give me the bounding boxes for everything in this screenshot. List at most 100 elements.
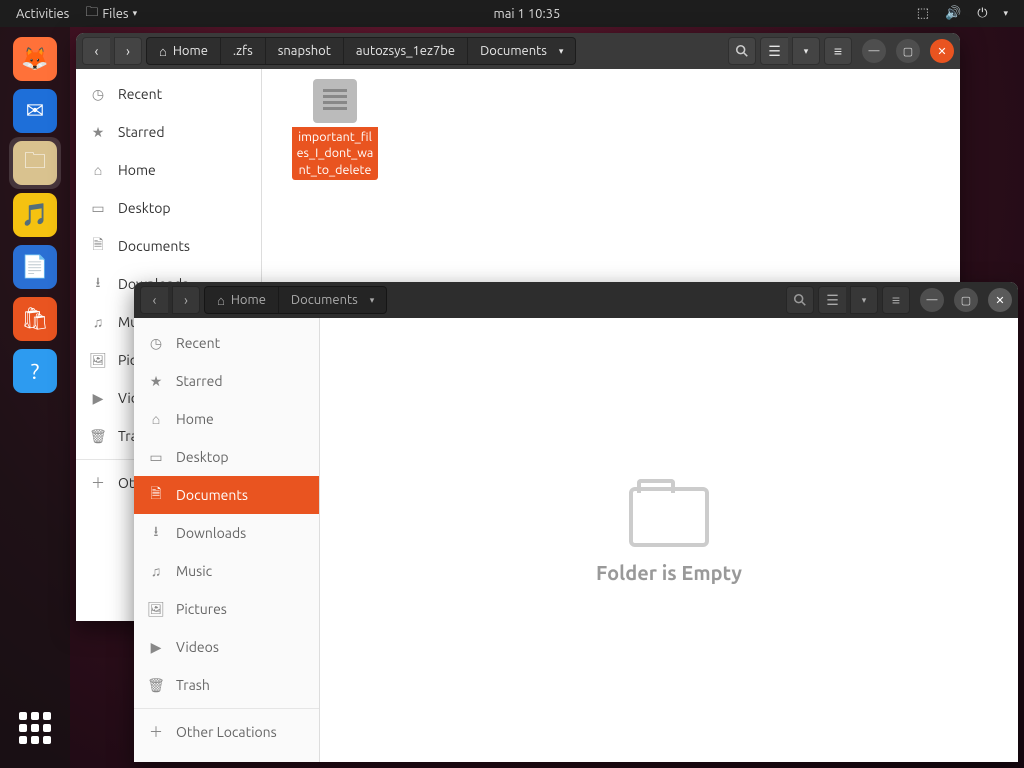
path-label: autozsys_1ez7be — [356, 44, 455, 58]
path-label: Home — [231, 293, 266, 307]
path-segment[interactable]: snapshot — [266, 38, 344, 64]
path-label: snapshot — [278, 44, 331, 58]
documents-icon: 🗎 — [90, 234, 106, 258]
close-button[interactable]: ✕ — [988, 288, 1012, 312]
minimize-button[interactable]: — — [920, 288, 944, 312]
desktop-icon: ▭ — [148, 449, 164, 466]
app-menu-label: Files — [102, 7, 128, 21]
dock-software[interactable]: 🛍 — [9, 293, 61, 345]
home-icon: ⌂ — [148, 411, 164, 427]
sidebar-item-label: Home — [118, 162, 156, 178]
pictures-icon: 🖼 — [90, 352, 106, 369]
view-list-button[interactable]: ☰ — [818, 286, 846, 314]
activities-button[interactable]: Activities — [8, 7, 77, 21]
file-label: important_files_I_dont_want_to_delete — [292, 127, 378, 180]
sidebar-item-label: Pictures — [176, 601, 227, 617]
trash-icon: 🗑 — [90, 428, 106, 445]
chevron-down-icon: ▾ — [133, 8, 138, 19]
maximize-button[interactable]: ▢ — [896, 39, 920, 63]
sidebar-item-documents[interactable]: 🗎Documents — [134, 476, 319, 514]
hamburger-menu-button[interactable]: ≡ — [824, 37, 852, 65]
sidebar-item-label: Documents — [118, 238, 190, 254]
nav-back-button[interactable]: ‹ — [82, 37, 110, 65]
sidebar-item-label: Music — [176, 563, 212, 579]
network-icon[interactable]: ⬚ — [909, 6, 937, 21]
minimize-button[interactable]: — — [862, 39, 886, 63]
close-button[interactable]: ✕ — [930, 39, 954, 63]
chevron-down-icon: ▾ — [370, 295, 375, 306]
dock-thunderbird[interactable]: ✉ — [9, 85, 61, 137]
dock-help[interactable]: ? — [9, 345, 61, 397]
path-segment[interactable]: Documents▾ — [279, 287, 386, 313]
sidebar-item-label: Desktop — [118, 200, 171, 216]
sidebar-item-home[interactable]: ⌂ Home — [76, 151, 261, 189]
sidebar-item-label: Other Locations — [176, 724, 277, 740]
plus-icon: ＋ — [148, 722, 164, 742]
path-bar: ⌂ Home Documents▾ — [204, 286, 387, 314]
view-options-button[interactable]: ▾ — [792, 37, 820, 65]
dock-files[interactable]: 🗀 — [9, 137, 61, 189]
plus-icon: ＋ — [90, 473, 106, 493]
view-list-button[interactable]: ☰ — [760, 37, 788, 65]
file-pane[interactable]: Folder is Empty — [320, 318, 1018, 762]
clock[interactable]: mai 1 10:35 — [485, 7, 568, 21]
sidebar-item-downloads[interactable]: ⭳Downloads — [134, 514, 319, 552]
sidebar-item-desktop[interactable]: ▭ Desktop — [134, 438, 319, 476]
sidebar-item-label: Trash — [176, 677, 210, 693]
sidebar-item-desktop[interactable]: ▭Desktop — [76, 189, 261, 227]
dock-firefox[interactable]: 🦊 — [9, 33, 61, 85]
sidebar-item-recent[interactable]: ◷Recent — [76, 75, 261, 113]
sidebar-item-documents[interactable]: 🗎 Documents — [76, 227, 261, 265]
music-icon: ♫ — [148, 563, 164, 579]
home-icon: ⌂ — [90, 162, 106, 178]
path-label: .zfs — [233, 44, 253, 58]
home-icon: ⌂ — [159, 44, 167, 59]
path-segment[interactable]: .zfs — [221, 38, 266, 64]
sidebar-item-home[interactable]: ⌂Home — [134, 400, 319, 438]
nav-forward-button[interactable]: › — [172, 286, 200, 314]
sidebar-item-other-locations[interactable]: ＋ Other Locations — [134, 713, 319, 751]
file-item[interactable]: important_files_I_dont_want_to_delete — [292, 79, 378, 180]
sidebar-item-label: Starred — [118, 124, 165, 140]
sidebar-item-label: Desktop — [176, 449, 229, 465]
sidebar-item-starred[interactable]: ★Starred — [134, 362, 319, 400]
pictures-icon: 🖼 — [148, 601, 164, 618]
path-label: Documents — [480, 44, 547, 58]
power-icon[interactable]: ⏻ — [969, 6, 995, 21]
system-menu-chevron[interactable]: ▾ — [995, 8, 1016, 19]
path-label: Home — [173, 44, 208, 58]
sidebar-item-music[interactable]: ♫ Music — [134, 552, 319, 590]
path-segment[interactable]: ⌂ Home — [147, 38, 221, 64]
maximize-button[interactable]: ▢ — [954, 288, 978, 312]
path-segment[interactable]: autozsys_1ez7be — [344, 38, 468, 64]
star-icon: ★ — [90, 124, 106, 141]
search-button[interactable] — [786, 286, 814, 314]
sidebar-item-videos[interactable]: ▶Videos — [134, 628, 319, 666]
show-applications-button[interactable] — [15, 708, 55, 748]
dock-libreoffice-writer[interactable]: 📄 — [9, 241, 61, 293]
nav-forward-button[interactable]: › — [114, 37, 142, 65]
dock-rhythmbox[interactable]: 🎵 — [9, 189, 61, 241]
hamburger-menu-button[interactable]: ≡ — [882, 286, 910, 314]
chevron-down-icon: ▾ — [559, 46, 564, 57]
empty-label: Folder is Empty — [320, 561, 1018, 584]
app-menu[interactable]: 🗀 Files ▾ — [77, 3, 145, 25]
view-options-button[interactable]: ▾ — [850, 286, 878, 314]
sidebar-item-recent[interactable]: ◷Recent — [134, 324, 319, 362]
files-window-documents: ‹ › ⌂ Home Documents▾ ☰ ▾ ≡ — ▢ ✕ ◷Recent★… — [134, 282, 1018, 762]
nav-back-button[interactable]: ‹ — [140, 286, 168, 314]
window-header: ‹ › ⌂ Home Documents▾ ☰ ▾ ≡ — ▢ ✕ — [134, 282, 1018, 318]
music-icon: ♫ — [90, 314, 106, 330]
home-icon: ⌂ — [217, 293, 225, 308]
volume-icon[interactable]: 🔊 — [937, 6, 969, 21]
sidebar-item-starred[interactable]: ★ Starred — [76, 113, 261, 151]
folder-outline-icon — [629, 487, 709, 547]
text-file-icon — [313, 79, 357, 123]
download-icon: ⭳ — [148, 521, 164, 545]
sidebar-item-pictures[interactable]: 🖼 Pictures — [134, 590, 319, 628]
path-segment[interactable]: ⌂ Home — [205, 287, 279, 313]
search-button[interactable] — [728, 37, 756, 65]
sidebar-item-trash[interactable]: 🗑Trash — [134, 666, 319, 704]
path-segment[interactable]: Documents ▾ — [468, 38, 575, 64]
dock: 🦊✉🗀🎵📄🛍? — [0, 27, 70, 768]
